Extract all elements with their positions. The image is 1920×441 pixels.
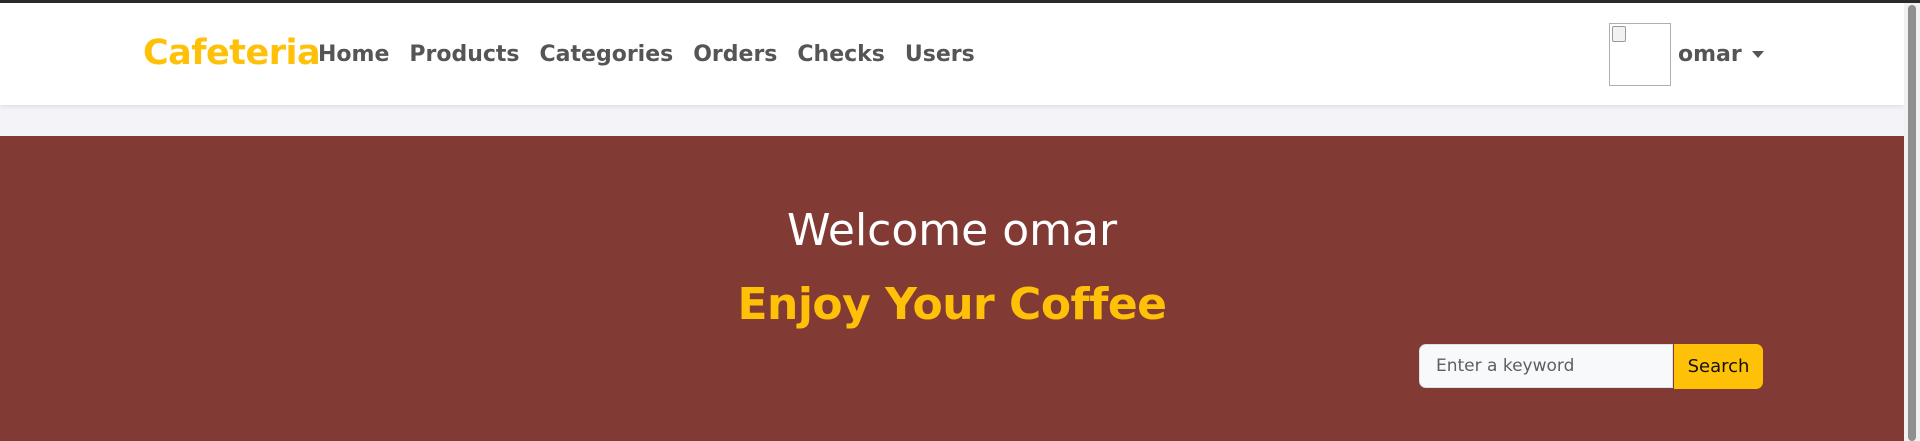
- welcome-heading: Welcome omar: [786, 205, 1118, 256]
- user-menu-dropdown[interactable]: omar: [1609, 23, 1764, 86]
- search-button[interactable]: Search: [1674, 344, 1763, 389]
- search-input[interactable]: [1419, 344, 1673, 388]
- nav-link-categories[interactable]: Categories: [540, 39, 674, 71]
- hero-banner: Welcome omar Enjoy Your Coffee Search: [0, 136, 1904, 441]
- navbar: Cafeteria Home Products Categories Order…: [0, 3, 1904, 105]
- scrollbar-thumb[interactable]: [1908, 5, 1916, 441]
- chevron-down-icon[interactable]: [1751, 51, 1764, 58]
- brand-logo[interactable]: Cafeteria: [143, 31, 321, 75]
- page: Cafeteria Home Products Categories Order…: [0, 0, 1920, 441]
- nav-links: Home Products Categories Orders Checks U…: [318, 39, 995, 71]
- nav-link-products[interactable]: Products: [409, 39, 519, 71]
- scrollbar[interactable]: [1904, 3, 1920, 441]
- nav-link-orders[interactable]: Orders: [693, 39, 777, 71]
- tagline-heading: Enjoy Your Coffee: [737, 279, 1167, 330]
- nav-link-checks[interactable]: Checks: [797, 39, 885, 71]
- avatar[interactable]: [1609, 23, 1671, 86]
- username[interactable]: omar: [1678, 23, 1742, 86]
- broken-image-icon: [1612, 26, 1626, 42]
- nav-link-home[interactable]: Home: [318, 39, 389, 71]
- nav-link-users[interactable]: Users: [905, 39, 975, 71]
